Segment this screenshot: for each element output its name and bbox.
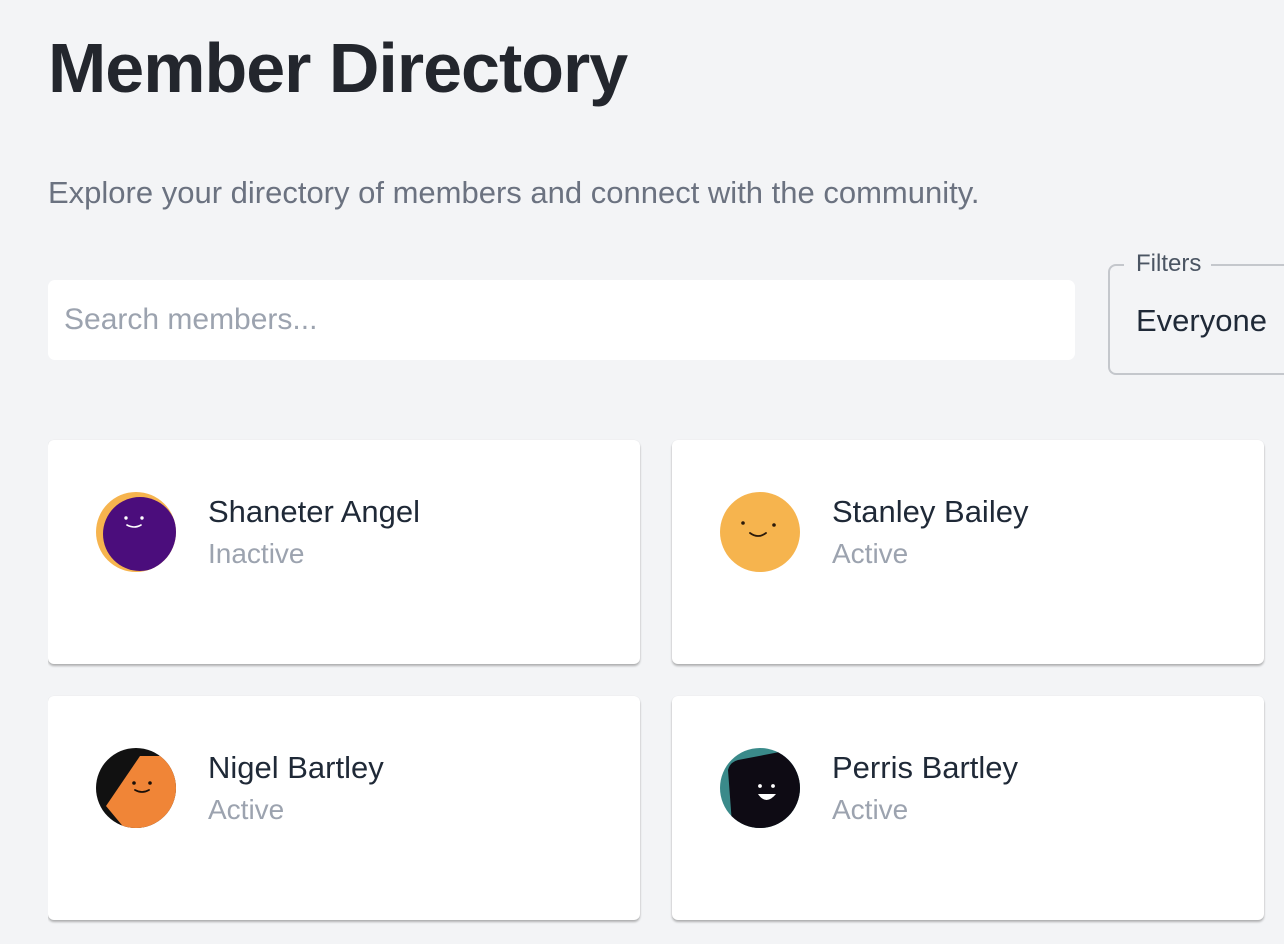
page-subtitle: Explore your directory of members and co…: [48, 175, 980, 210]
member-status: Active: [832, 538, 909, 569]
avatar: [96, 748, 176, 828]
member-name: Perris Bartley: [832, 750, 1019, 785]
member-name: Shaneter Angel: [208, 494, 421, 529]
member-status: Active: [208, 794, 285, 825]
avatar: [96, 492, 176, 572]
page-title: Member Directory: [48, 29, 628, 107]
filters-select[interactable]: Filters Everyone: [1108, 249, 1284, 375]
filters-selected-value: Everyone: [1136, 303, 1267, 338]
member-card[interactable]: Shaneter Angel Inactive: [48, 440, 640, 664]
smiley-face-icon: [96, 748, 176, 828]
avatar: [720, 492, 800, 572]
filters-label: Filters: [1124, 249, 1212, 279]
member-name: Nigel Bartley: [208, 750, 384, 785]
smiley-face-icon: [96, 492, 176, 572]
member-card[interactable]: Perris Bartley Active: [672, 696, 1264, 920]
smiley-face-icon: [720, 748, 800, 828]
member-name: Stanley Bailey: [832, 494, 1029, 529]
avatar: [720, 748, 800, 828]
member-status: Inactive: [208, 538, 305, 569]
search-input[interactable]: [48, 280, 1075, 360]
member-directory-page: Member Directory Explore your directory …: [48, 0, 1284, 944]
member-status: Active: [832, 794, 909, 825]
member-card[interactable]: Nigel Bartley Active: [48, 696, 640, 920]
smiley-face-icon: [720, 492, 800, 572]
member-card[interactable]: Stanley Bailey Active: [672, 440, 1264, 664]
